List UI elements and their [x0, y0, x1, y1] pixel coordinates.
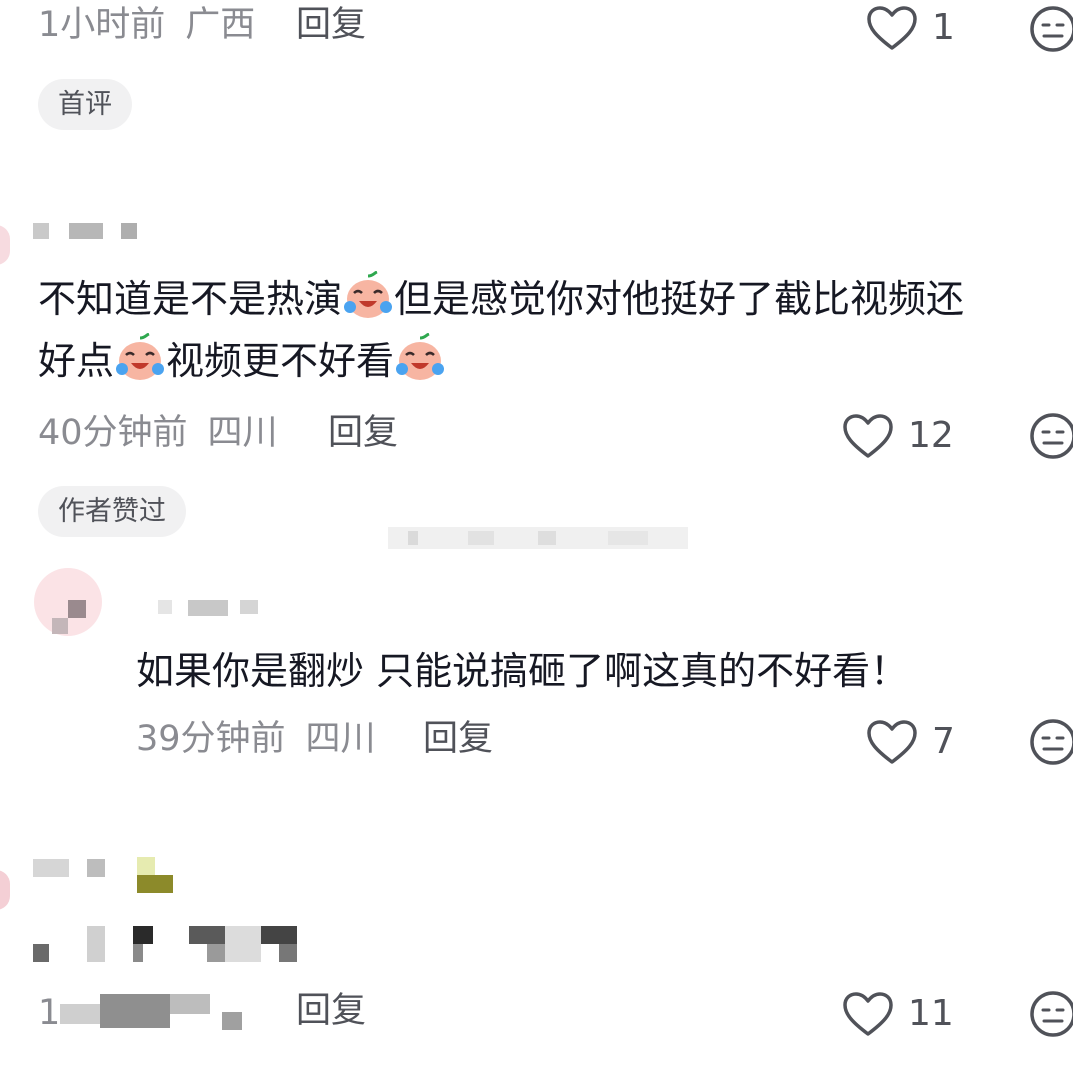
- heart-outline-icon: [843, 992, 893, 1036]
- heart-outline-icon: [867, 6, 917, 50]
- comment-text: 如果你是翻炒 只能说搞砸了啊这真的不好看！: [136, 649, 909, 693]
- collapsed-replies-mosaic[interactable]: [388, 523, 688, 551]
- like-button[interactable]: 11: [842, 991, 954, 1037]
- comment-time: 1小时前: [38, 5, 166, 45]
- crying-laughing-emoji-icon: [344, 271, 393, 318]
- heart-outline-icon: [843, 414, 893, 458]
- username-mosaic[interactable]: [33, 223, 143, 241]
- author-liked-tag: 作者赞过: [38, 486, 186, 537]
- comment-location: 四川: [207, 413, 278, 453]
- like-button[interactable]: 12: [842, 413, 954, 459]
- comment-text: 不知道是不是热演 但是感觉你对他挺好了截比视频还好点 视频更不好看: [38, 268, 1068, 392]
- comment-location: 广西: [185, 5, 256, 45]
- comment-text-part: 不知道是不是热演: [38, 277, 343, 321]
- crying-laughing-emoji-icon: [396, 333, 445, 380]
- like-button[interactable]: 1: [866, 5, 955, 51]
- avatar[interactable]: [0, 225, 10, 265]
- username-mosaic[interactable]: [33, 855, 178, 895]
- reply-button[interactable]: 回复: [296, 994, 366, 1029]
- comment-time: 40分钟前: [38, 413, 188, 453]
- comment-text-part: 好点: [38, 339, 115, 383]
- meh-face-icon[interactable]: [1028, 411, 1073, 461]
- comment-time: 39分钟前: [136, 719, 286, 759]
- like-count: 12: [908, 415, 954, 456]
- like-count: 1: [932, 7, 955, 48]
- username-mosaic[interactable]: [136, 598, 266, 618]
- first-comment-tag: 首评: [38, 79, 132, 130]
- comment-text-part: 但是感觉你对他挺好了截比视频还: [394, 277, 965, 321]
- reply-button[interactable]: 回复: [423, 722, 493, 757]
- avatar[interactable]: [0, 870, 10, 910]
- like-count: 11: [908, 993, 954, 1034]
- meh-face-icon[interactable]: [1028, 4, 1073, 54]
- comment-meta: 40分钟前 四川: [38, 416, 298, 451]
- comment-text-part: 视频更不好看: [166, 339, 395, 383]
- like-button[interactable]: 7: [866, 719, 955, 765]
- heart-outline-icon: [867, 720, 917, 764]
- crying-laughing-emoji-icon: [116, 333, 165, 380]
- avatar[interactable]: [34, 568, 102, 636]
- reply-button[interactable]: 回复: [328, 416, 398, 451]
- meh-face-icon[interactable]: [1028, 989, 1073, 1039]
- reply-button[interactable]: 回复: [296, 8, 366, 43]
- comment-time: 1: [38, 993, 61, 1033]
- comment-location: 四川: [305, 719, 376, 759]
- comment-meta: 1小时前 广西: [38, 8, 275, 43]
- meta-mosaic: [60, 994, 260, 1034]
- like-count: 7: [932, 721, 955, 762]
- comment-text-mosaic: [33, 926, 298, 964]
- meh-face-icon[interactable]: [1028, 717, 1073, 767]
- comment-meta: 39分钟前 四川: [136, 722, 396, 757]
